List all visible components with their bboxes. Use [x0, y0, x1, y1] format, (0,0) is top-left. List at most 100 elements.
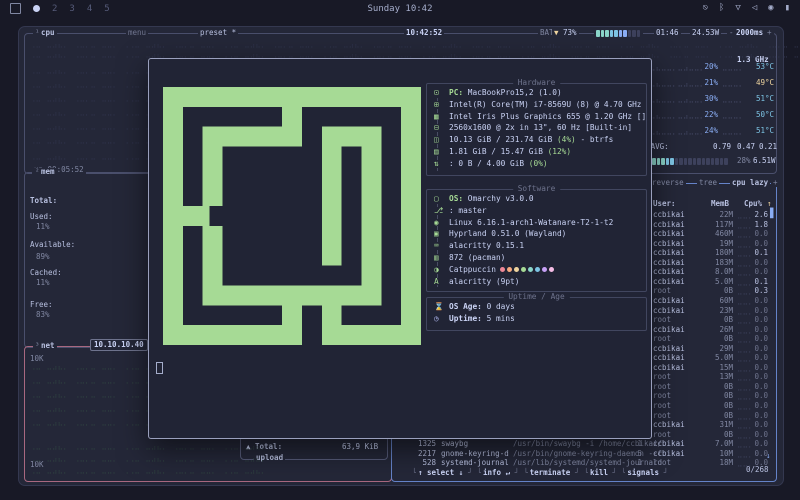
mem-row-percent: 83% [36, 311, 50, 319]
proc-cpu: 0.0 [750, 335, 768, 343]
proc-user: ccbikai [653, 211, 685, 219]
proc-user: ccbikai [653, 230, 685, 238]
volume-icon[interactable]: ◁ [752, 3, 757, 13]
graph-noise: ⢀⣀⠀⣀⣠⣄⡀⠀⢀⣀⡀⣀⠀⣀⣀⡀⠀⢀⢀⣀⠀⣀⣠⣄⡀ [30, 152, 167, 160]
load-avg-2: 0.47 [737, 143, 755, 151]
graph-noise: ⢀⣀⠀⣀⣠⣄⡀⠀⢀⣀⡀⣀⠀⣀⣀⡀⠀⢀⢀⣀⠀⣀⣠⣄⡀⠀⢀⣀⡀⣀⠀⣀⣀⡀⠀⢀⢀⣀⠀⣀… [30, 50, 800, 58]
proc-mem: 29M [700, 345, 733, 353]
proc-mem: 0B [700, 383, 733, 391]
proc-mem: 10M [700, 450, 733, 458]
graph-noise: ⢀⣀⠀⣀⣠⣄⡀⠀⢀⣀⡀⣀⠀⣀⣀⡀⠀⢀⢀⣀⠀⣀⣠⣄⡀ [30, 66, 167, 74]
proc-mem: 15M [700, 364, 733, 372]
proc-cpu: 0.0 [750, 402, 768, 410]
system-tray: ⎋ ᛒ ▽ ◁ ◉ ▮ [702, 3, 790, 13]
fastfetch-value: 0 days [487, 303, 515, 311]
fastfetch-row: ◑Catppuccin [427, 266, 646, 278]
cpu-box-title[interactable]: cpu [39, 29, 57, 37]
proc-header-mem[interactable]: MemB [711, 200, 729, 208]
proc-mem: 0B [700, 402, 733, 410]
footer-key-select[interactable]: ↑ select ↓ [416, 469, 465, 477]
proc-threads: 5 [630, 450, 642, 458]
display-icon: ⊟ [434, 124, 447, 132]
fastfetch-value: Linux 6.16.1-arch1-Watanare-T2-1-t2 [449, 219, 613, 227]
footer-key-info[interactable]: info ↵ [481, 469, 512, 477]
footer-key-signals[interactable]: signals [625, 469, 661, 477]
footer-bracket: ┘ [662, 469, 671, 477]
workspace-1[interactable] [33, 5, 40, 12]
interval-plus-button[interactable]: + [765, 29, 774, 37]
proc-user: ccbikai [653, 421, 685, 429]
hardware-section-title: Hardware [513, 79, 561, 87]
mem-box-title[interactable]: mem [39, 168, 57, 176]
wifi-icon[interactable]: ▽ [735, 3, 740, 13]
fastfetch-value: : master [449, 207, 487, 215]
workspace-3[interactable]: 3 [69, 4, 74, 14]
proc-cpu: 0.3 [750, 287, 768, 295]
core-temp: 49°C [748, 79, 774, 87]
proc-reverse-button[interactable]: reverse [650, 179, 686, 187]
gpu-icon: ▦ [434, 113, 447, 121]
proc-cpu: 0.0 [750, 268, 768, 276]
core-percent: 20% [694, 63, 718, 71]
workspace-5[interactable]: 5 [104, 4, 109, 14]
workspace-2[interactable]: 2 [52, 4, 57, 14]
proc-threads: 1 [630, 440, 642, 448]
record-icon[interactable]: ◉ [768, 3, 773, 13]
proc-cpu: 0.0 [750, 240, 768, 248]
preset-button[interactable]: preset * [198, 29, 238, 37]
proc-sort-next-button[interactable]: + [771, 179, 780, 187]
graph-noise: ⢀⣀⠀⣀⣠⣄⡀⠀⢀⣀⡀⣀⠀⣀⣀⡀⠀⢀⢀⣀⠀⣀⣠⣄⡀⠀⢀⣀⡀⣀⠀⣀⣀⡀⠀⢀⢀⣀⠀⣀… [30, 454, 272, 462]
proc-mem: 18M [700, 459, 733, 467]
net-box-title[interactable]: net [39, 342, 57, 350]
theme-color-dots [500, 265, 556, 274]
proc-scrollbar-thumb[interactable]: ▋ [770, 210, 775, 219]
fastfetch-row: ▥872 (pacman) [427, 254, 646, 266]
footer-key-kill[interactable]: kill [588, 469, 610, 477]
proc-user: root [653, 431, 671, 439]
fastfetch-value: 10.13 GiB / 231.74 GiB (4%) - btrfs [449, 136, 613, 144]
proc-user: root [653, 392, 671, 400]
proc-cpu: 0.0 [750, 440, 768, 448]
proc-cpu: 1.8 [750, 221, 768, 229]
fastfetch-row: ⇅: 0 B / 4.00 GiB (0%) [427, 160, 646, 172]
proc-sort-button[interactable]: cpu lazy [730, 179, 770, 187]
os-icon: ▢ [434, 195, 447, 203]
hardware-section: Hardware ⊡PC:MacBookPro15,2 (1.0)⊞Intel(… [426, 83, 647, 176]
omarchy-launcher-icon[interactable] [10, 3, 21, 14]
proc-header-cpu[interactable]: Cpu% [744, 200, 762, 208]
menu-button[interactable]: menu [126, 29, 148, 37]
proc-header-user[interactable]: User: [653, 200, 676, 208]
battery-icon[interactable]: ▮ [785, 3, 790, 13]
graph-noise: ⢀⣀⠀⣀⣠⣄⡀⠀⢀⣀⡀⣀⠀⣀⣀⡀⠀⢀⢀⣀⠀⣀⣠⣄⡀ [30, 136, 167, 144]
proc-mem: 8.0M [700, 268, 733, 276]
footer-bracket: ┘ [513, 469, 522, 477]
battery-time: 01:46 [654, 29, 681, 37]
proc-cpu: 0.1 [750, 278, 768, 286]
status-bar: 2345 Sunday 10:42 ⎋ᛒ▽◁◉▮ [0, 0, 800, 20]
core-graph: ⣀⣀⣀⡀ [722, 127, 744, 135]
hardware-rows: ⊡PC:MacBookPro15,2 (1.0)⊞Intel(R) Core(T… [427, 89, 646, 172]
footer-key-terminate[interactable]: terminate [528, 469, 573, 477]
proc-mem: 19M [700, 240, 733, 248]
fastfetch-value: MacBookPro15,2 (1.0) [468, 89, 562, 97]
fastfetch-label: Uptime: [449, 315, 482, 323]
terminal-icon: ⌨ [434, 242, 447, 250]
graph-noise: ⢀⣀⠀⣀⣠⣄⡀⠀⢀⣀⡀⣀⠀⣀⣀⡀⠀⢀⢀⣀⠀⣀⣠⣄⡀⠀⢀⣀⡀⣀⠀⣀⣀⡀⠀⢀⢀⣀⠀⣀… [30, 442, 272, 450]
proc-tree-button[interactable]: tree [697, 179, 719, 187]
desktop: 2345 Sunday 10:42 ⎋ᛒ▽◁◉▮ ¹ cpu menu pres… [0, 0, 800, 500]
logout-icon[interactable]: ⎋ [702, 3, 707, 13]
software-rows: ▢OS:Omarchy v3.0.0⎇: master◉Linux 6.16.1… [427, 195, 646, 289]
proc-user: root [653, 287, 671, 295]
workspace-4[interactable]: 4 [87, 4, 92, 14]
core-temp: 51°C [748, 127, 774, 135]
fastfetch-row: ⎇: master [427, 207, 646, 219]
proc-cpu: 0.0 [750, 307, 768, 315]
proc-cpu: 0.0 [750, 326, 768, 334]
proc-mem: 0B [700, 392, 733, 400]
net-ip-address[interactable]: 10.10.10.40 [90, 339, 148, 351]
bluetooth-icon[interactable]: ᛒ [719, 3, 724, 13]
graph-noise: ⢀⣀⠀⣀⣠⣄⡀⠀⢀⣀⡀⣀⠀⣀⣀⡀⠀⢀⢀⣀⠀⣀⣠⣄⡀ [30, 94, 167, 102]
proc-mem: 0B [700, 431, 733, 439]
core-graph: ⣀⣀⣀⡀ [722, 63, 744, 71]
graph-noise: ⢀⣀⠀⣀⣠⣄⡀⠀⢀⣀⡀⣀⠀⣀⣀⡀⠀⢀⢀⣀⠀⣀⣠⣄⡀ [30, 80, 167, 88]
